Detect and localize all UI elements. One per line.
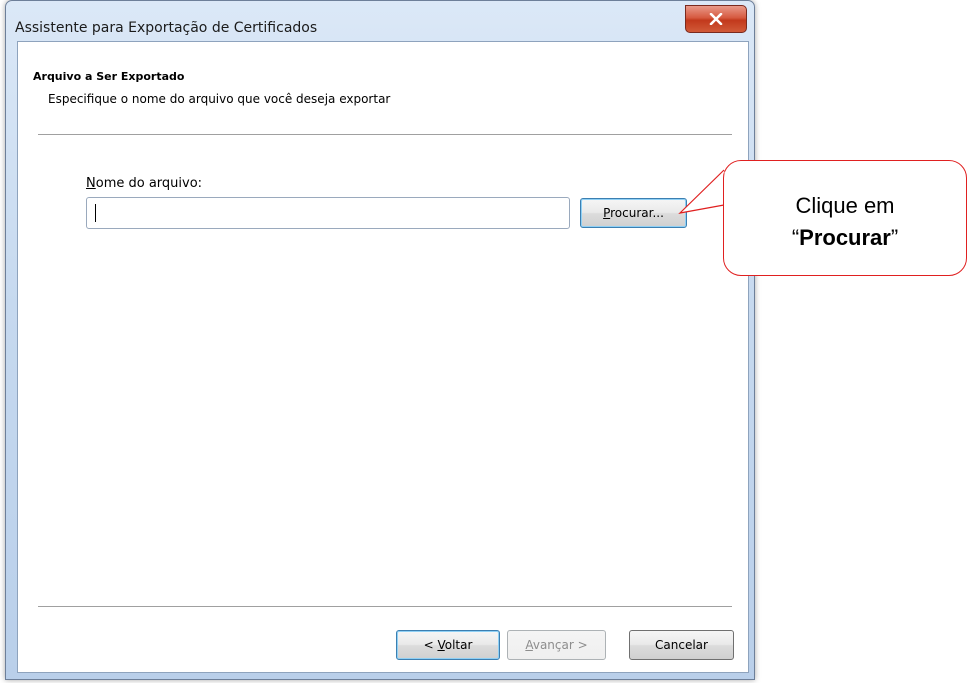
callout-bold-word: Procurar (799, 225, 891, 250)
callout-line-1: Clique em (795, 193, 895, 218)
callout-pointer-cover (724, 172, 728, 204)
callout-close-quote: ” (890, 225, 899, 250)
callout-line-2: “Procurar” (723, 222, 967, 254)
callout-text: Clique em “Procurar” (723, 190, 967, 254)
